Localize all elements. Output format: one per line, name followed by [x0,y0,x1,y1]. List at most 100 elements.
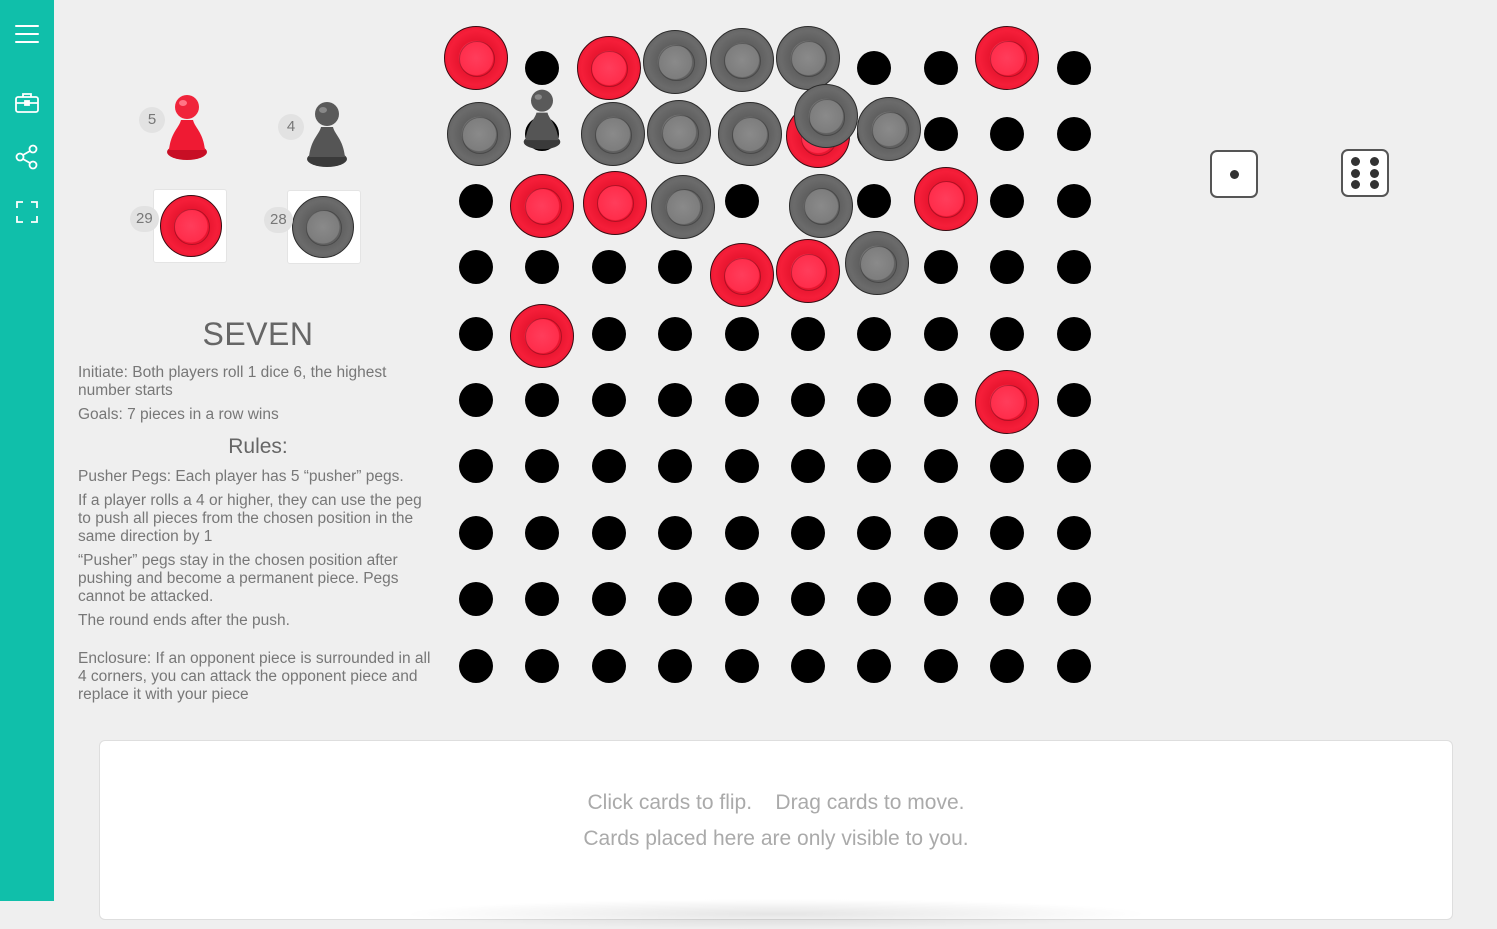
die-2[interactable] [1341,149,1389,197]
board-hole[interactable] [658,449,693,484]
board-hole[interactable] [724,515,759,550]
board-hole[interactable] [923,383,958,417]
gray-piece-stack[interactable] [287,190,361,264]
gray-board-piece[interactable] [857,97,922,162]
board-hole[interactable] [459,449,493,484]
board-hole[interactable] [990,250,1025,285]
board-hole[interactable] [791,582,825,617]
board-hole[interactable] [724,648,759,683]
board-hole[interactable] [658,648,693,683]
board-hole[interactable] [791,648,825,683]
board-hole[interactable] [459,183,493,218]
board-hole[interactable] [1056,183,1091,218]
board-hole[interactable] [591,383,626,417]
board-hole[interactable] [990,316,1025,351]
board-hole[interactable] [923,515,958,550]
board-hole[interactable] [857,383,892,417]
red-board-piece[interactable] [510,173,575,238]
board-hole[interactable] [525,51,560,85]
gray-board-piece[interactable] [647,100,712,165]
board-hole[interactable] [1056,51,1091,85]
board-hole[interactable] [658,515,693,550]
board-hole[interactable] [591,316,626,351]
gray-board-piece[interactable] [580,102,645,167]
board-hole[interactable] [1056,648,1091,683]
board-hole[interactable] [658,582,693,617]
board-hole[interactable] [923,250,958,285]
board-hole[interactable] [591,250,626,285]
red-board-piece[interactable] [582,170,647,235]
board-hole[interactable] [857,316,892,351]
gray-board-piece[interactable] [794,84,858,149]
gray-pawn[interactable] [303,99,351,169]
menu-icon[interactable] [9,16,45,52]
board-hole[interactable] [923,582,958,617]
red-board-piece[interactable] [975,370,1040,434]
toolbox-icon[interactable] [9,85,45,121]
die-1[interactable] [1210,150,1258,198]
board-hole[interactable] [1056,515,1091,550]
red-pawn[interactable] [163,92,211,162]
gray-board-piece[interactable] [845,231,910,296]
fullscreen-icon[interactable] [9,194,45,230]
board-hole[interactable] [459,582,493,617]
board-hole[interactable] [1056,383,1091,417]
gray-board-piece[interactable] [789,173,853,238]
board-hole[interactable] [658,316,693,351]
board-hole[interactable] [459,316,493,351]
board-hole[interactable] [857,648,892,683]
board-hole[interactable] [1056,117,1091,152]
red-board-piece[interactable] [709,243,774,308]
board-hole[interactable] [459,515,493,550]
board-hole[interactable] [990,582,1025,617]
board-hole[interactable] [591,582,626,617]
board-hole[interactable] [990,183,1025,218]
gray-pusher-peg[interactable] [520,86,564,152]
red-piece-stack[interactable] [153,189,227,263]
board-hole[interactable] [791,383,825,417]
board-hole[interactable] [923,51,958,85]
board-hole[interactable] [990,515,1025,550]
red-board-piece[interactable] [975,26,1040,90]
gray-board-piece[interactable] [651,174,716,239]
gray-board-piece[interactable] [709,28,774,92]
board-hole[interactable] [724,582,759,617]
board-hole[interactable] [591,449,626,484]
gray-board-piece[interactable] [447,102,511,167]
board-hole[interactable] [658,383,693,417]
board-hole[interactable] [724,449,759,484]
board-hole[interactable] [857,449,892,484]
board-hole[interactable] [923,449,958,484]
board-hole[interactable] [857,51,892,85]
red-board-piece[interactable] [576,36,641,100]
board-hole[interactable] [724,383,759,417]
gray-piece[interactable] [292,196,354,258]
red-board-piece[interactable] [913,166,978,231]
board-hole[interactable] [724,316,759,351]
board-hole[interactable] [1056,449,1091,484]
gray-board-piece[interactable] [776,26,840,90]
board-hole[interactable] [591,515,626,550]
board-hole[interactable] [525,383,560,417]
board-hole[interactable] [525,449,560,484]
board-hole[interactable] [1056,316,1091,351]
board-hole[interactable] [990,449,1025,484]
board-hole[interactable] [791,316,825,351]
red-board-piece[interactable] [776,239,840,304]
board-hole[interactable] [459,648,493,683]
board-hole[interactable] [857,183,892,218]
board-hole[interactable] [857,582,892,617]
board-hole[interactable] [525,648,560,683]
board-hole[interactable] [724,183,759,218]
board-hole[interactable] [923,117,958,152]
board-hole[interactable] [658,250,693,285]
board-hole[interactable] [459,383,493,417]
board-hole[interactable] [591,648,626,683]
board-hole[interactable] [525,515,560,550]
board-hole[interactable] [990,648,1025,683]
share-icon[interactable] [9,139,45,175]
private-hand-area[interactable]: Click cards to flip. Drag cards to move.… [99,740,1453,929]
board-hole[interactable] [857,515,892,550]
board-hole[interactable] [990,117,1025,152]
board-hole[interactable] [923,648,958,683]
